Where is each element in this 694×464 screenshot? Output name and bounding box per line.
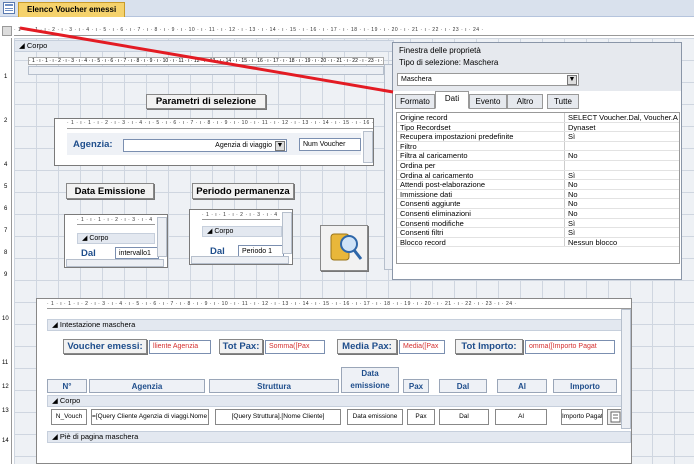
annotation-line [19, 26, 394, 94]
annotation-arrow [19, 26, 394, 94]
